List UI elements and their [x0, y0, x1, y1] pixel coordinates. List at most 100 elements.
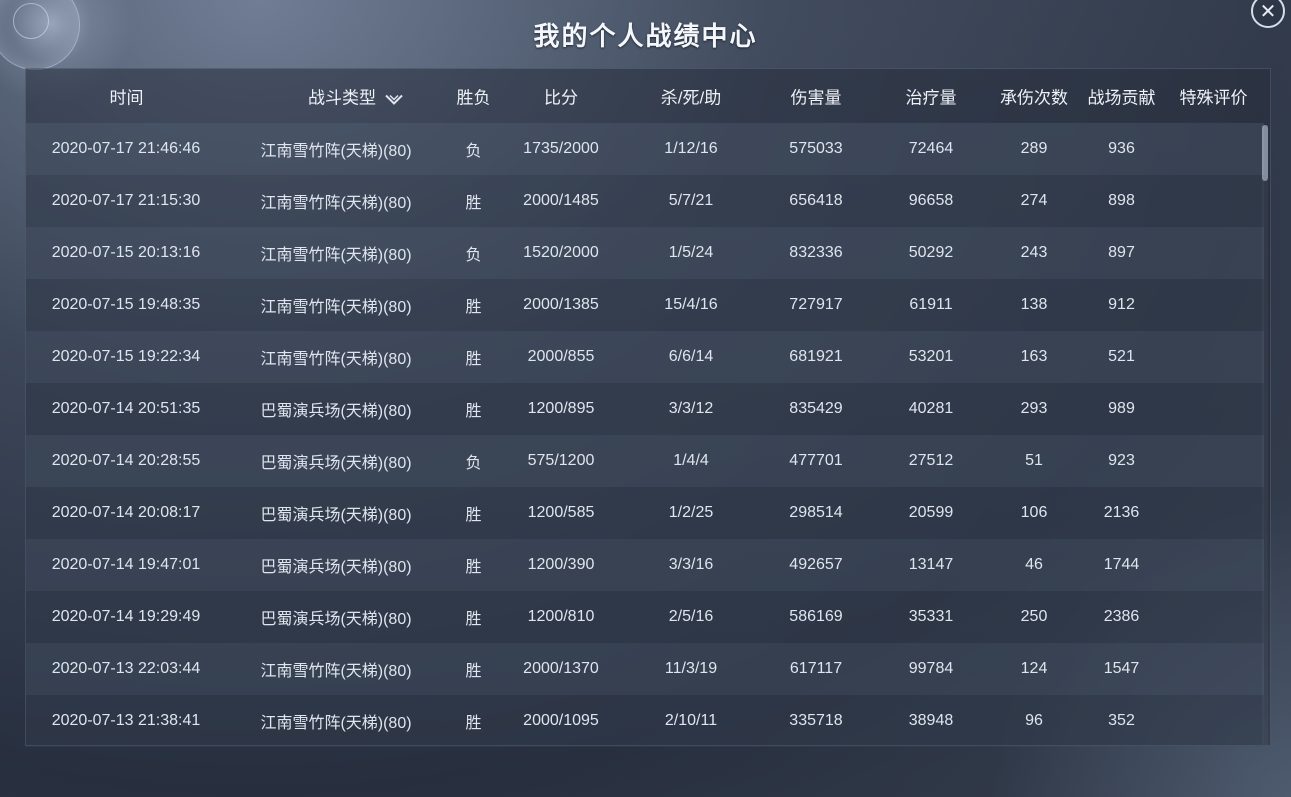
cell-healing: 50292 — [908, 244, 954, 261]
header-contribution: 战场贡献 — [1087, 88, 1156, 108]
cell-hits-taken: 138 — [1020, 296, 1048, 313]
cell-healing: 53201 — [908, 348, 954, 365]
cell-contribution: 2386 — [1103, 608, 1140, 625]
cell-battle-type: 巴蜀演兵场(天梯)(80) — [260, 611, 412, 628]
table-row[interactable]: 2020-07-14 20:28:55 巴蜀演兵场(天梯)(80) 负 575/120… — [26, 435, 1264, 487]
cell-healing: 35331 — [908, 608, 954, 625]
cell-contribution: 2136 — [1103, 504, 1140, 521]
cell-time: 2020-07-14 19:47:01 — [51, 556, 201, 573]
cell-hits-taken: 293 — [1020, 400, 1048, 417]
cell-time: 2020-07-15 20:13:16 — [51, 244, 201, 261]
header-hits-taken: 承伤次数 — [1000, 88, 1068, 108]
cell-result: 负 — [465, 455, 482, 472]
cell-score: 575/1200 — [527, 452, 595, 469]
cell-battle-type: 江南雪竹阵(天梯)(80) — [260, 715, 412, 732]
cell-battle-type: 江南雪竹阵(天梯)(80) — [260, 663, 412, 680]
cell-healing: 99784 — [908, 660, 954, 677]
cell-damage: 477701 — [789, 452, 843, 469]
table-row[interactable]: 2020-07-15 19:22:34 江南雪竹阵(天梯)(80) 胜 2000/85… — [26, 331, 1264, 383]
table-row[interactable]: 2020-07-14 19:47:01 巴蜀演兵场(天梯)(80) 胜 1200/39… — [26, 539, 1264, 591]
table-row[interactable]: 2020-07-14 20:51:35 巴蜀演兵场(天梯)(80) 胜 1200/89… — [26, 383, 1264, 435]
cell-hits-taken: 289 — [1020, 140, 1048, 157]
cell-time: 2020-07-17 21:15:30 — [51, 192, 201, 209]
table-row[interactable]: 2020-07-15 20:13:16 江南雪竹阵(天梯)(80) 负 1520/20… — [26, 227, 1264, 279]
cell-contribution: 923 — [1108, 452, 1135, 469]
cell-result: 胜 — [465, 663, 482, 680]
cell-contribution: 352 — [1108, 712, 1135, 729]
cell-battle-type: 江南雪竹阵(天梯)(80) — [260, 247, 412, 264]
cell-kda: 3/3/12 — [668, 400, 714, 417]
cell-score: 2000/1370 — [523, 660, 599, 677]
cell-time: 2020-07-17 21:46:46 — [51, 140, 201, 157]
cell-hits-taken: 243 — [1020, 244, 1048, 261]
header-battle-type[interactable]: 战斗类型 — [266, 84, 446, 109]
cell-healing: 13147 — [908, 556, 954, 573]
cell-damage: 656418 — [789, 192, 843, 209]
cell-hits-taken: 163 — [1020, 348, 1048, 365]
cell-healing: 20599 — [908, 504, 954, 521]
table-row[interactable]: 2020-07-14 20:08:17 巴蜀演兵场(天梯)(80) 胜 1200/58… — [26, 487, 1264, 539]
cell-result: 胜 — [465, 351, 482, 368]
cell-contribution: 1744 — [1103, 556, 1140, 573]
cell-hits-taken: 106 — [1020, 504, 1048, 521]
cell-kda: 2/5/16 — [668, 608, 714, 625]
table-row[interactable]: 2020-07-17 21:46:46 江南雪竹阵(天梯)(80) 负 1735/20… — [26, 123, 1264, 175]
cell-healing: 38948 — [908, 712, 954, 729]
cell-result: 胜 — [465, 299, 482, 316]
scrollbar[interactable] — [1262, 125, 1268, 745]
cell-damage: 586169 — [789, 608, 843, 625]
header-damage: 伤害量 — [790, 88, 842, 108]
cell-kda: 1/12/16 — [664, 140, 718, 157]
cell-kda: 1/5/24 — [668, 244, 714, 261]
table-row[interactable]: 2020-07-13 22:03:44 江南雪竹阵(天梯)(80) 胜 2000/13… — [26, 643, 1264, 695]
scrollbar-thumb[interactable] — [1262, 125, 1268, 181]
cell-kda: 5/7/21 — [668, 192, 714, 209]
cell-kda: 1/2/25 — [668, 504, 714, 521]
cell-battle-type: 江南雪竹阵(天梯)(80) — [260, 351, 412, 368]
cell-kda: 6/6/14 — [668, 348, 714, 365]
cell-damage: 727917 — [789, 296, 843, 313]
cell-kda: 15/4/16 — [664, 296, 718, 313]
cell-battle-type: 江南雪竹阵(天梯)(80) — [260, 299, 412, 316]
header-result: 胜负 — [456, 88, 491, 108]
cell-hits-taken: 124 — [1020, 660, 1048, 677]
cell-contribution: 989 — [1108, 400, 1135, 417]
table-row[interactable]: 2020-07-15 19:48:35 江南雪竹阵(天梯)(80) 胜 2000/13… — [26, 279, 1264, 331]
cell-battle-type: 巴蜀演兵场(天梯)(80) — [260, 507, 412, 524]
cell-battle-type: 巴蜀演兵场(天梯)(80) — [260, 403, 412, 420]
cell-score: 1200/585 — [527, 504, 595, 521]
table-row[interactable]: 2020-07-14 19:29:49 巴蜀演兵场(天梯)(80) 胜 1200/81… — [26, 591, 1264, 643]
cell-healing: 96658 — [908, 192, 954, 209]
cell-damage: 832336 — [789, 244, 843, 261]
header-special: 特殊评价 — [1179, 88, 1248, 108]
cell-hits-taken: 274 — [1020, 192, 1048, 209]
cell-time: 2020-07-14 20:51:35 — [51, 400, 201, 417]
header-time: 时间 — [109, 88, 144, 108]
cell-score: 2000/1485 — [523, 192, 599, 209]
cell-time: 2020-07-15 19:48:35 — [51, 296, 201, 313]
cell-score: 1200/390 — [527, 556, 595, 573]
cell-damage: 575033 — [789, 140, 843, 157]
cell-battle-type: 江南雪竹阵(天梯)(80) — [260, 195, 412, 212]
cell-result: 胜 — [465, 195, 482, 212]
cell-battle-type: 巴蜀演兵场(天梯)(80) — [260, 559, 412, 576]
table-row[interactable]: 2020-07-13 21:38:41 江南雪竹阵(天梯)(80) 胜 2000/10… — [26, 695, 1264, 747]
cell-healing: 27512 — [908, 452, 954, 469]
cell-time: 2020-07-14 19:29:49 — [51, 608, 201, 625]
table-row[interactable]: 2020-07-17 21:15:30 江南雪竹阵(天梯)(80) 胜 2000/14… — [26, 175, 1264, 227]
cell-contribution: 521 — [1108, 348, 1135, 365]
cell-time: 2020-07-15 19:22:34 — [51, 348, 201, 365]
cell-healing: 61911 — [909, 296, 953, 313]
cell-time: 2020-07-14 20:08:17 — [51, 504, 201, 521]
cell-damage: 681921 — [789, 348, 843, 365]
cell-result: 胜 — [465, 507, 482, 524]
header-kda: 杀/死/助 — [660, 88, 722, 108]
cell-healing: 72464 — [908, 140, 954, 157]
table-header: 时间 战斗类型 胜负 比分 杀/死/助 伤害量 治疗量 承伤次数 战场贡献 特殊… — [26, 69, 1272, 123]
cell-contribution: 898 — [1108, 192, 1135, 209]
chevron-down-icon[interactable] — [384, 93, 404, 105]
cell-result: 胜 — [465, 715, 482, 732]
cell-hits-taken: 96 — [1025, 712, 1043, 729]
cell-kda: 11/3/19 — [664, 660, 718, 677]
header-score: 比分 — [544, 88, 578, 108]
